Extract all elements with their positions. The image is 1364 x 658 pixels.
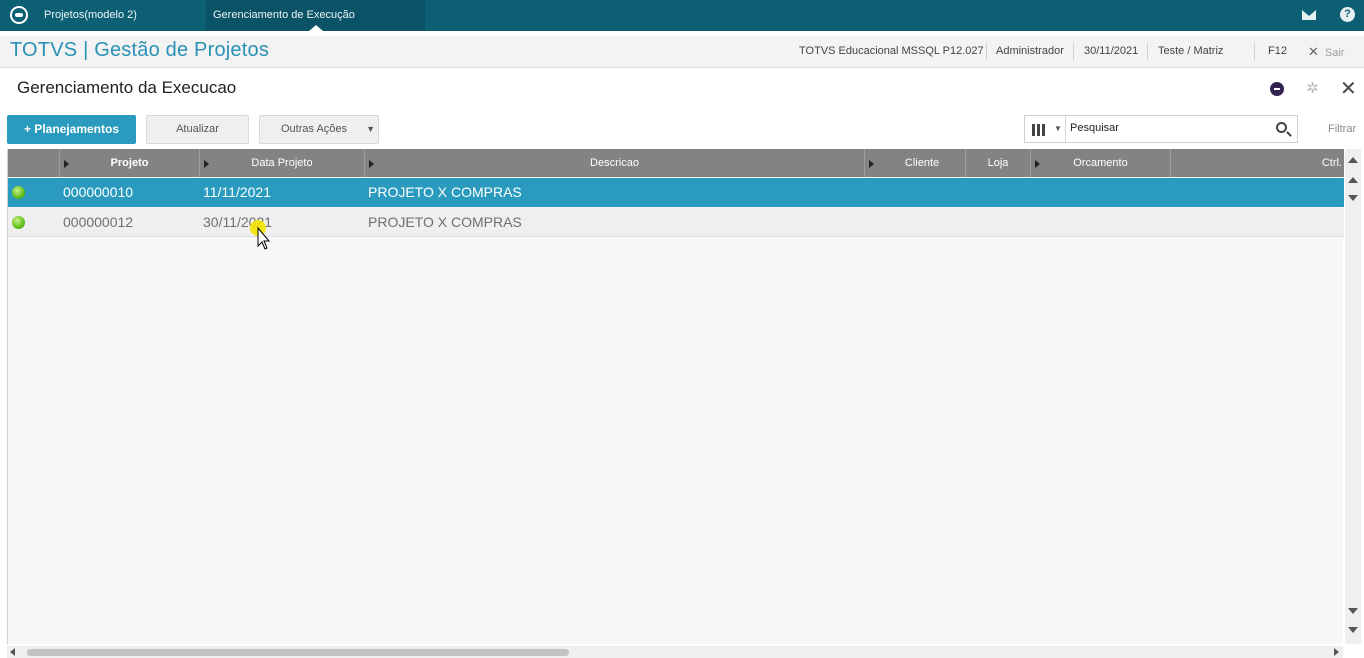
app-title: TOTVS | Gestão de Projetos	[10, 39, 270, 61]
column-header-label: Descricao	[590, 157, 639, 169]
column-header-ctrl[interactable]: Ctrl.	[1171, 149, 1344, 177]
table-row[interactable]: 000000012 30/11/2021 PROJETO X COMPRAS	[8, 208, 1344, 237]
cell-descricao: PROJETO X COMPRAS	[368, 184, 522, 200]
search-icon[interactable]	[1276, 122, 1287, 133]
status-icon	[12, 186, 25, 199]
scroll-up-icon[interactable]	[1348, 177, 1358, 183]
horizontal-scrollbar[interactable]	[7, 646, 1343, 658]
data-grid: Projeto Data Projeto Descricao Cliente L…	[7, 149, 1344, 644]
filtrar-link[interactable]: Filtrar	[1328, 123, 1356, 135]
status-icon	[12, 216, 25, 229]
column-header-loja[interactable]: Loja	[966, 149, 1031, 177]
active-tab-indicator	[309, 25, 323, 31]
column-header-orcamento[interactable]: Orcamento	[1031, 149, 1171, 177]
planejamentos-button[interactable]: + Planejamentos	[7, 115, 136, 144]
chevron-down-icon: ▼	[1054, 124, 1062, 133]
divider	[1254, 43, 1255, 60]
scroll-top-icon[interactable]	[1348, 157, 1358, 163]
help-icon[interactable]: ?	[1340, 7, 1355, 22]
column-header-label: Cliente	[904, 157, 940, 169]
close-icon: ✕	[1308, 44, 1319, 59]
page-title: Gerenciamento da Execucao	[17, 78, 237, 97]
close-icon[interactable]: ✕	[1340, 79, 1357, 99]
exit-button[interactable]: ✕ Sair	[1308, 44, 1344, 60]
column-header-projeto[interactable]: Projeto	[60, 149, 200, 177]
branch-label[interactable]: Teste / Matriz	[1158, 45, 1223, 57]
scroll-right-icon[interactable]	[1334, 648, 1339, 656]
exit-label: Sair	[1324, 47, 1345, 59]
app-header: TOTVS | Gestão de Projetos TOTVS Educaci…	[0, 36, 1364, 68]
cell-descricao: PROJETO X COMPRAS	[368, 214, 522, 230]
divider	[986, 43, 987, 60]
column-selector-icon	[1032, 123, 1047, 136]
shortcut-label[interactable]: F12	[1268, 45, 1287, 57]
chevron-down-icon[interactable]: ▼	[366, 116, 375, 143]
status-column-header	[8, 149, 60, 177]
user-label[interactable]: Administrador	[996, 45, 1064, 57]
grid-header: Projeto Data Projeto Descricao Cliente L…	[8, 149, 1344, 177]
atualizar-button[interactable]: Atualizar	[146, 115, 249, 144]
top-tab-bar: Projetos(modelo 2) [02.9.0044]× Gerencia…	[0, 0, 1364, 51]
scrollbar-thumb[interactable]	[27, 649, 569, 656]
outras-acoes-button[interactable]: Outras Ações ▼	[259, 115, 379, 144]
gear-icon[interactable]: ✲	[1305, 81, 1320, 96]
status-icon[interactable]	[1270, 82, 1284, 96]
scroll-bottom-icon[interactable]	[1348, 627, 1358, 633]
mail-icon[interactable]	[1302, 10, 1316, 20]
cell-projeto: 000000010	[63, 184, 134, 200]
search-input[interactable]: Pesquisar	[1070, 122, 1119, 134]
app-logo-icon[interactable]	[10, 6, 28, 24]
vertical-scrollbar[interactable]	[1345, 149, 1361, 644]
column-header-label: Loja	[987, 157, 1009, 169]
column-header-label: Orcamento	[1073, 157, 1128, 169]
cell-projeto: 000000012	[63, 214, 134, 230]
table-row[interactable]: 000000010 11/11/2021 PROJETO X COMPRAS	[8, 178, 1344, 207]
scroll-down-icon[interactable]	[1348, 608, 1358, 614]
scroll-left-icon[interactable]	[10, 648, 15, 656]
column-header-cliente[interactable]: Cliente	[865, 149, 966, 177]
environment-label: TOTVS Educacional MSSQL P12.027	[799, 45, 984, 57]
scroll-down-icon[interactable]	[1348, 195, 1358, 201]
column-header-label: Projeto	[110, 157, 149, 169]
cell-data-projeto: 11/11/2021	[203, 184, 271, 200]
tab-gerenciamento-execucao[interactable]: Gerenciamento de Execução [02.9.0044]×	[206, 0, 425, 51]
column-header-label: Ctrl.	[1321, 157, 1342, 169]
divider	[1073, 43, 1074, 60]
column-header-data-projeto[interactable]: Data Projeto	[200, 149, 365, 177]
column-selector[interactable]: ▼	[1025, 116, 1066, 142]
column-header-label: Data Projeto	[251, 157, 313, 169]
mouse-cursor-icon	[250, 220, 270, 250]
column-header-descricao[interactable]: Descricao	[365, 149, 865, 177]
divider	[1147, 43, 1148, 60]
tab-projetos[interactable]: Projetos(modelo 2) [02.9.0044]×	[37, 0, 206, 51]
search-box: ▼ Pesquisar	[1024, 115, 1298, 143]
outras-acoes-label: Outras Ações	[281, 123, 348, 135]
date-label[interactable]: 30/11/2021	[1084, 45, 1138, 57]
